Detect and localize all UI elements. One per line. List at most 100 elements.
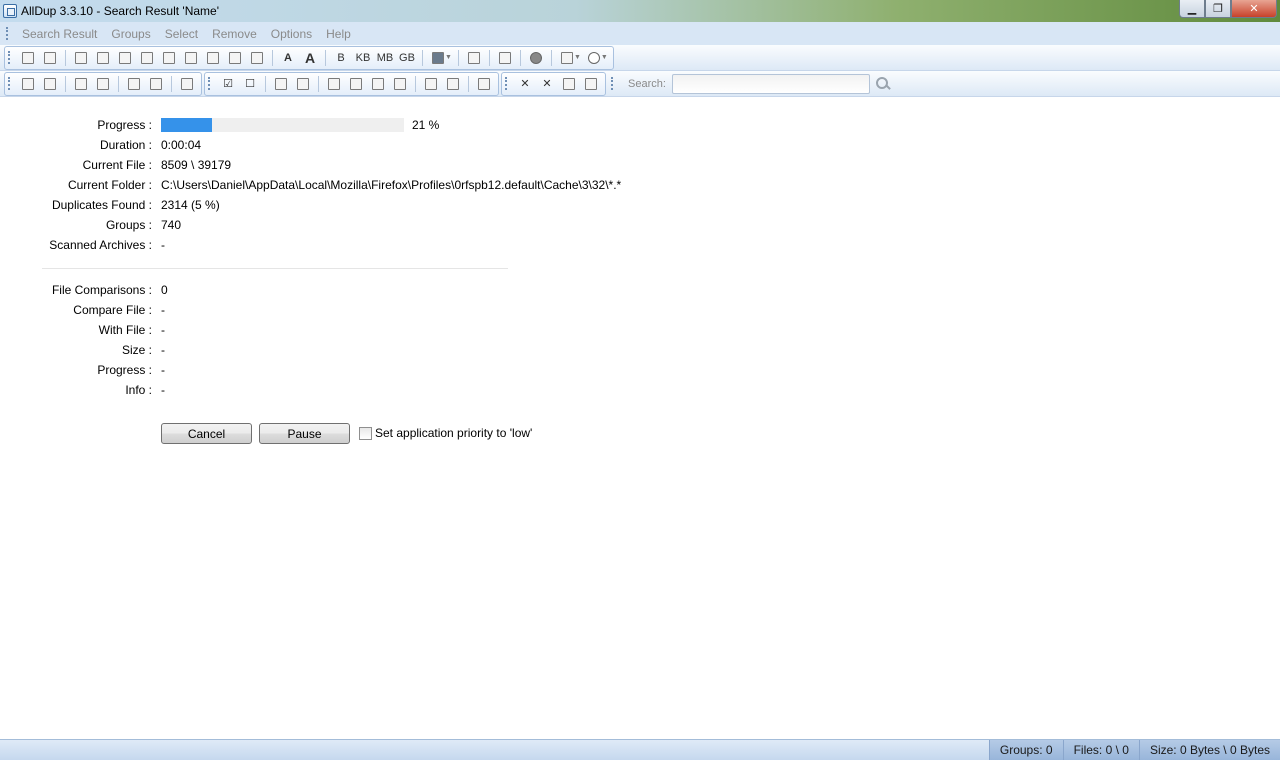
check-newest-icon: [275, 77, 287, 90]
size-unit-mb-button[interactable]: MB: [374, 48, 396, 68]
toolbar-grip-handle[interactable]: [208, 77, 211, 90]
user-button[interactable]: [224, 48, 246, 68]
update-dropdown-arrow-icon[interactable]: ▼: [574, 54, 581, 61]
check-oldest-button[interactable]: [292, 74, 314, 94]
menu-options[interactable]: Options: [264, 27, 319, 41]
help-button[interactable]: [525, 48, 547, 68]
menu-select[interactable]: Select: [158, 27, 205, 41]
size-unit-kb-button[interactable]: KB: [352, 48, 374, 68]
low-priority-option[interactable]: Set application priority to 'low': [359, 426, 532, 440]
deselect-group-button[interactable]: [145, 74, 167, 94]
menu-help[interactable]: Help: [319, 27, 358, 41]
check-longest-path-icon: [394, 77, 406, 90]
app-icon[interactable]: [3, 4, 17, 18]
close-button[interactable]: ✕: [1231, 0, 1277, 18]
window-controls: ▁ ❐ ✕: [1179, 0, 1277, 18]
kb-view-button[interactable]: [136, 48, 158, 68]
low-priority-checkbox[interactable]: [359, 426, 372, 440]
search-start-icon: [22, 51, 34, 64]
save-dropdown-arrow-icon[interactable]: ▼: [445, 54, 452, 61]
move-files-button[interactable]: [558, 74, 580, 94]
remove-checked-button[interactable]: ✕: [514, 74, 536, 94]
update-icon: [560, 51, 573, 64]
check-folder-button[interactable]: [420, 74, 442, 94]
toolbar-separator: [118, 75, 119, 92]
check-largest-button[interactable]: [345, 74, 367, 94]
delete-files-button[interactable]: ✕: [536, 74, 558, 94]
new-button[interactable]: [17, 74, 39, 94]
maximize-button[interactable]: ❐: [1205, 0, 1231, 18]
toolbar-grip-handle[interactable]: [8, 51, 11, 64]
info-label: Info :: [125, 383, 152, 397]
search-input[interactable]: [671, 73, 870, 94]
scanned-archives-value: -: [161, 238, 165, 252]
groups-label: Groups :: [105, 218, 152, 232]
cancel-button[interactable]: Cancel: [161, 423, 252, 444]
menu-groups[interactable]: Groups: [104, 27, 157, 41]
check-shortest-path-icon: [372, 77, 384, 90]
power-dropdown-arrow-icon[interactable]: ▼: [601, 54, 608, 61]
pause-button[interactable]: Pause: [259, 423, 350, 444]
edit-settings-button[interactable]: [39, 48, 61, 68]
duplicates-found-label: Duplicates Found :: [51, 198, 152, 212]
main-toolbar-frame: A A B KB MB GB ▼ ▼ ▼: [4, 45, 614, 70]
invert-selection-button[interactable]: [473, 74, 495, 94]
check-largest-icon: [350, 77, 362, 90]
file-comparisons-label: File Comparisons :: [51, 283, 152, 297]
check-all-button[interactable]: ☑: [217, 74, 239, 94]
select-group-button[interactable]: [123, 74, 145, 94]
toolbar-grip-handle[interactable]: [611, 77, 614, 90]
low-priority-label: Set application priority to 'low': [375, 426, 533, 440]
check-smallest-button[interactable]: [323, 74, 345, 94]
remove-list-icon: [585, 77, 597, 90]
section-divider: [42, 268, 508, 269]
toolbar-separator: [415, 75, 416, 92]
print-button[interactable]: [463, 48, 485, 68]
check-longest-path-button[interactable]: [389, 74, 411, 94]
copy-button[interactable]: [158, 48, 180, 68]
decrease-font-button[interactable]: A: [277, 48, 299, 68]
check-shortest-path-button[interactable]: [367, 74, 389, 94]
duplicates-found-value: 2314 (5 %): [161, 198, 220, 212]
new-document-button[interactable]: [494, 48, 516, 68]
reload-button[interactable]: [39, 74, 61, 94]
refresh-button[interactable]: [246, 48, 268, 68]
menu-grip-handle[interactable]: [6, 27, 9, 40]
toolbar-grip-handle[interactable]: [505, 77, 508, 90]
menu-remove[interactable]: Remove: [205, 27, 264, 41]
size-unit-b-label: B: [337, 51, 345, 64]
group-view-button[interactable]: [114, 48, 136, 68]
save-icon: [432, 51, 444, 64]
duration-value: 0:00:04: [161, 138, 202, 152]
increase-font-icon: A: [304, 49, 316, 66]
restore-icon: ❐: [1213, 3, 1223, 15]
comparison-progress-value: -: [161, 363, 165, 377]
progress-percent: 21 %: [412, 118, 440, 132]
toolbar-grip-handle[interactable]: [8, 77, 11, 90]
remove-list-button[interactable]: [580, 74, 602, 94]
collapse-icon: [97, 51, 109, 64]
paste-button[interactable]: [180, 48, 202, 68]
reload-icon: [44, 77, 56, 90]
uncheck-folder-button[interactable]: [442, 74, 464, 94]
check-newest-button[interactable]: [270, 74, 292, 94]
toolbar-separator: [457, 49, 459, 66]
search-icon[interactable]: [874, 75, 892, 93]
progress-bar-fill: [161, 118, 213, 132]
start-search-button[interactable]: [17, 48, 39, 68]
info-value: -: [161, 383, 165, 397]
increase-font-button[interactable]: A: [299, 48, 321, 68]
uncheck-folder-icon: [447, 77, 459, 90]
new-icon: [22, 77, 34, 90]
minimize-button[interactable]: ▁: [1179, 0, 1205, 18]
select-last-button[interactable]: [92, 74, 114, 94]
font-a-button[interactable]: [202, 48, 224, 68]
uncheck-all-button[interactable]: ☐: [239, 74, 261, 94]
size-unit-b-button[interactable]: B: [330, 48, 352, 68]
menu-search-result[interactable]: Search Result: [15, 27, 104, 41]
expand-groups-button[interactable]: [70, 48, 92, 68]
collapse-groups-button[interactable]: [92, 48, 114, 68]
select-first-button[interactable]: [70, 74, 92, 94]
size-unit-gb-button[interactable]: GB: [396, 48, 418, 68]
add-folder-button[interactable]: [176, 74, 198, 94]
